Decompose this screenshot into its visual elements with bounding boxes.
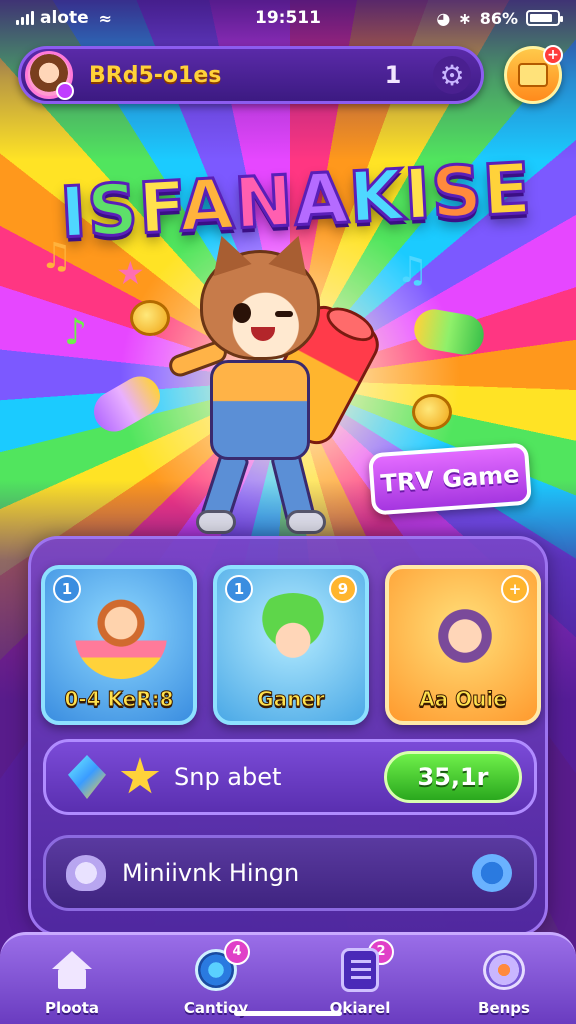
nav-label: Benps xyxy=(478,998,530,1017)
star-icon xyxy=(120,757,160,794)
bluetooth-icon: ∗ xyxy=(458,8,472,28)
avatar-status-dot xyxy=(56,82,74,100)
plus-icon: + xyxy=(543,45,563,65)
game-cards: 1 0-4 KeR:8 1 9 Ganer + Aa Ouie xyxy=(41,565,541,725)
card-badge: 1 xyxy=(225,575,253,603)
star-sparkle-icon: ★ xyxy=(116,254,145,292)
level-number: 1 xyxy=(384,61,402,89)
game-card[interactable]: + Aa Ouie xyxy=(385,565,541,725)
player-bar: BRd5-o1es 1 ⚙ xyxy=(18,46,484,104)
claim-button[interactable]: 35,1r xyxy=(384,751,522,803)
logo-letter: K xyxy=(346,153,408,241)
list-icon xyxy=(337,947,383,993)
game-card[interactable]: 1 0-4 KeR:8 xyxy=(41,565,197,725)
status-right: ◕ ∗ 86% xyxy=(360,8,563,28)
logo-letter: S xyxy=(428,148,487,236)
try-game-button[interactable]: TRV Game xyxy=(368,442,532,516)
shop-bag-icon xyxy=(518,63,548,87)
coin-icon xyxy=(412,394,452,430)
nav-label: Ploota xyxy=(44,998,100,1017)
card-art xyxy=(247,593,339,679)
home-icon xyxy=(49,947,95,993)
status-left: alote ≈ xyxy=(16,8,216,28)
avatar[interactable] xyxy=(25,51,74,100)
shop-button[interactable]: + xyxy=(504,45,563,104)
hero-shoe xyxy=(286,510,326,534)
wifi-icon: ≈ xyxy=(98,8,113,28)
hero-head xyxy=(200,250,320,360)
chat-icon xyxy=(481,947,527,993)
cloud-icon xyxy=(66,855,106,891)
card-badge-right: + xyxy=(501,575,529,603)
reward-row[interactable]: Snp abet 35,1r xyxy=(43,739,537,815)
carrier-label: alote xyxy=(40,8,89,28)
home-indicator xyxy=(234,1011,342,1016)
game-panel: 1 0-4 KeR:8 1 9 Ganer + Aa Ouie Snp abet… xyxy=(28,536,548,936)
battery-percent: 86% xyxy=(479,8,518,28)
nav-item-discover[interactable]: 4 Cantioy xyxy=(156,938,276,1017)
nav-item-chat[interactable]: Benps xyxy=(444,947,564,1017)
nav-badge: 4 xyxy=(224,938,250,965)
music-note-icon: ♫ xyxy=(40,236,73,277)
coin-icon xyxy=(130,300,170,336)
status-bar: alote ≈ 19:511 ◕ ∗ 86% xyxy=(0,0,576,36)
card-label: 0-4 KeR:8 xyxy=(64,687,174,712)
card-art xyxy=(419,593,511,679)
puzzle-icon[interactable] xyxy=(472,854,512,892)
battery-fill xyxy=(530,14,553,22)
card-badge: 1 xyxy=(53,575,81,603)
gear-icon[interactable]: ⚙ xyxy=(433,56,471,94)
card-badge-right: 9 xyxy=(329,575,357,603)
hero-shoe xyxy=(196,510,236,534)
mini-text: Miniivnk Hingn xyxy=(122,859,300,887)
game-card[interactable]: 1 9 Ganer xyxy=(213,565,369,725)
mini-row[interactable]: Miniivnk Hingn xyxy=(43,835,537,911)
hero-eye-wink xyxy=(275,311,293,317)
battery-icon xyxy=(526,10,563,26)
signal-icon xyxy=(16,11,34,25)
try-game-label: TRV Game xyxy=(379,460,521,498)
clock: 19:511 xyxy=(255,8,321,28)
hero-eye xyxy=(233,303,251,323)
card-art xyxy=(75,593,167,679)
card-label: Ganer xyxy=(257,687,326,712)
logo-letter: I xyxy=(401,151,435,237)
gem-icon xyxy=(68,755,106,799)
bottom-nav: Ploota 4 Cantioy 2 Okiarel Benps xyxy=(0,932,576,1024)
reward-text: Snp abet xyxy=(174,763,282,791)
music-note-icon: ♪ xyxy=(64,312,87,353)
card-label: Aa Ouie xyxy=(419,687,508,712)
logo-letter: S xyxy=(84,166,143,254)
hero-mouth xyxy=(251,327,275,341)
logo-letter: E xyxy=(479,146,535,233)
hero-body xyxy=(210,360,310,460)
nav-item-home[interactable]: Ploota xyxy=(12,947,132,1017)
nav-item-list[interactable]: 2 Okiarel xyxy=(300,938,420,1017)
alarm-icon: ◕ xyxy=(436,8,451,28)
player-name: BRd5-o1es xyxy=(89,62,222,88)
